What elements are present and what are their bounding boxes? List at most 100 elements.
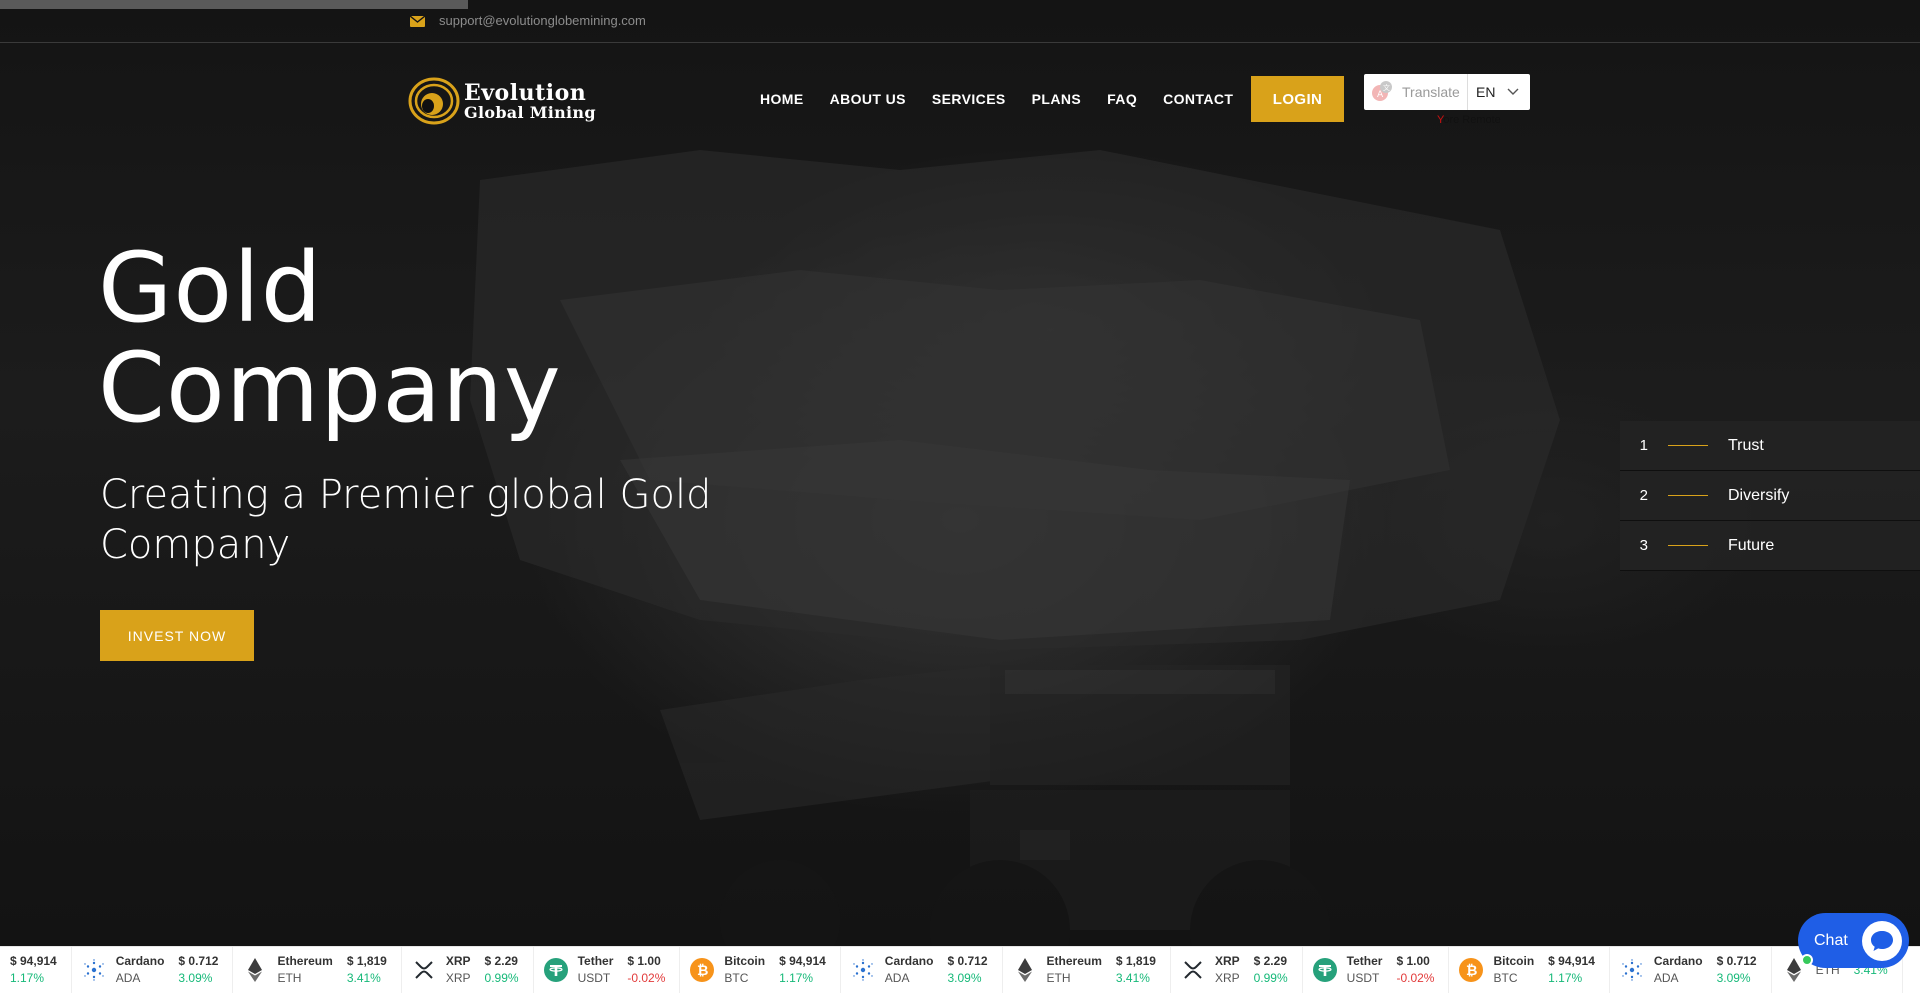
tether-icon (1312, 958, 1337, 982)
nav-contact[interactable]: CONTACT (1163, 91, 1233, 107)
ticker-quote: $ 94,914 1.17% (1548, 953, 1595, 987)
site-logo[interactable]: Evolution Global Mining (408, 77, 596, 125)
logo-line1: Evolution (464, 79, 587, 106)
ticker-item-xrp[interactable]: XRP XRP $ 2.29 0.99% (402, 947, 534, 993)
remote-note-rest: ore Remote (1443, 114, 1501, 126)
mail-icon (409, 15, 426, 27)
ticker-price: $ 2.29 (1253, 954, 1287, 968)
pager-label: Trust (1728, 436, 1764, 454)
online-status-dot (1801, 954, 1813, 966)
ticker-quote: $ 2.29 0.99% (1254, 953, 1288, 987)
hero-subtitle: Creating a Premier global Gold Company (100, 472, 712, 568)
language-select[interactable]: EN (1468, 84, 1519, 100)
ticker-price: $ 94,914 (779, 954, 826, 968)
ticker-coin: Tether USDT (578, 953, 614, 987)
ethereum-icon (243, 958, 267, 982)
ticker-coin: Ethereum ETH (277, 953, 332, 987)
pager-line (1668, 545, 1708, 546)
cardano-icon (851, 958, 875, 982)
ticker-coin-name: Cardano (1653, 954, 1703, 968)
pager-label: Diversify (1728, 486, 1790, 504)
chevron-down-icon (1507, 88, 1519, 95)
ticker-price: $ 1,819 (346, 954, 387, 968)
pager-line (1668, 445, 1708, 446)
ticker-price: $ 0.712 (1716, 954, 1757, 968)
pager-item-future[interactable]: 3 Future (1620, 521, 1920, 571)
ticker-quote: $ 1,819 3.41% (347, 953, 387, 987)
ticker-coin: Cardano ADA (885, 953, 934, 987)
crypto-ticker: $ 94,914 1.17% Cardano ADA $ 0.712 3.09% Ether… (0, 946, 1920, 993)
ticker-item-ada[interactable]: Cardano ADA $ 0.712 3.09% (72, 947, 234, 993)
ticker-price: $ 2.29 (484, 954, 518, 968)
ticker-coin: Bitcoin BTC (724, 953, 765, 987)
ticker-change: -0.02% (1396, 971, 1435, 985)
ticker-item-btc[interactable]: $ 94,914 1.17% (0, 947, 72, 993)
ticker-coin-name: Tether (577, 954, 614, 968)
translate-remote-note: Yore Remote (1437, 114, 1501, 126)
ticker-quote: $ 1.00 -0.02% (627, 953, 665, 987)
ticker-item-usdt[interactable]: Tether USDT $ 1.00 -0.02% (1303, 947, 1450, 993)
nav-plans[interactable]: PLANS (1032, 91, 1081, 107)
ticker-coin-symbol: ADA (1653, 971, 1679, 985)
chat-button[interactable]: Chat (1798, 913, 1909, 968)
ticker-item-xrp[interactable]: XRP XRP $ 2.29 0.99% (1171, 947, 1303, 993)
slide-pager: 1 Trust 2 Diversify 3 Future (1620, 421, 1920, 571)
ticker-item-usdt[interactable]: Tether USDT $ 1.00 -0.02% (534, 947, 681, 993)
svg-text:₿: ₿ (697, 963, 708, 979)
tether-icon (543, 958, 568, 982)
translate-button[interactable]: A 文 Translate (1364, 74, 1468, 110)
login-button[interactable]: LOGIN (1251, 76, 1344, 122)
contact-email-text: support@evolutionglobemining.com (439, 13, 646, 28)
ticker-change: 0.99% (484, 971, 519, 985)
contact-email[interactable]: support@evolutionglobemining.com (409, 13, 646, 28)
ticker-coin: XRP XRP (446, 953, 471, 987)
top-bar: support@evolutionglobemining.com (0, 0, 1920, 43)
ticker-coin-name: XRP (1214, 954, 1240, 968)
main-nav: HOME ABOUT US SERVICES PLANS FAQ CONTACT (760, 91, 1259, 107)
ticker-price: $ 0.712 (947, 954, 988, 968)
ticker-item-ada[interactable]: Cardano ADA $ 0.712 3.09% (841, 947, 1003, 993)
nav-home[interactable]: HOME (760, 91, 804, 107)
ticker-coin-symbol: BTC (1493, 971, 1518, 985)
pager-line (1668, 495, 1708, 496)
ticker-coin-symbol: XRP (445, 971, 471, 985)
ticker-item-btc[interactable]: ₿ Bitcoin BTC $ 94,914 1.17% (1449, 947, 1610, 993)
ticker-coin-symbol: USDT (577, 971, 611, 985)
ticker-item-btc[interactable]: ₿ Bitcoin BTC $ 94,914 1.17% (680, 947, 841, 993)
ticker-coin-name: Tether (1346, 954, 1383, 968)
invest-now-button[interactable]: INVEST NOW (100, 610, 254, 661)
pager-number: 3 (1639, 537, 1648, 554)
pager-item-diversify[interactable]: 2 Diversify (1620, 471, 1920, 521)
translate-widget[interactable]: A 文 Translate EN (1364, 74, 1530, 110)
ticker-coin-name: Cardano (115, 954, 165, 968)
ticker-change: -0.02% (627, 971, 666, 985)
ticker-quote: $ 1.00 -0.02% (1396, 953, 1434, 987)
chat-bubble-icon (1861, 920, 1902, 961)
ticker-coin: Ethereum ETH (1047, 953, 1102, 987)
ticker-change: 3.41% (1115, 971, 1150, 985)
ticker-price: $ 1.00 (627, 954, 661, 968)
ticker-price: $ 1,819 (1115, 954, 1156, 968)
ticker-quote: $ 2.29 0.99% (485, 953, 519, 987)
ticker-coin-symbol: USDT (1346, 971, 1380, 985)
ticker-coin-name: Ethereum (1046, 954, 1102, 968)
ticker-coin-symbol: ETH (1046, 971, 1071, 985)
bitcoin-icon: ₿ (690, 958, 715, 982)
ticker-coin-name: XRP (445, 954, 471, 968)
svg-text:₿: ₿ (1466, 963, 1477, 979)
logo-line2: Global Mining (464, 102, 596, 122)
pager-item-trust[interactable]: 1 Trust (1620, 421, 1920, 471)
hero-title-line1: Gold (98, 232, 323, 344)
nav-services[interactable]: SERVICES (932, 91, 1006, 107)
ticker-item-ada[interactable]: Cardano ADA $ 0.712 3.09% (1610, 947, 1772, 993)
ticker-change: 1.17% (779, 971, 814, 985)
hero-title-line2: Company (98, 332, 562, 444)
ticker-item-eth[interactable]: Ethereum ETH $ 1,819 3.41% (1003, 947, 1171, 993)
nav-faq[interactable]: FAQ (1107, 91, 1137, 107)
nav-about-us[interactable]: ABOUT US (830, 91, 906, 107)
pager-number: 2 (1639, 487, 1648, 504)
ticker-change: 1.17% (10, 971, 45, 985)
ticker-item-eth[interactable]: Ethereum ETH $ 1,819 3.41% (233, 947, 402, 993)
ticker-quote: $ 94,914 1.17% (779, 953, 826, 987)
ticker-coin-name: Cardano (884, 954, 934, 968)
